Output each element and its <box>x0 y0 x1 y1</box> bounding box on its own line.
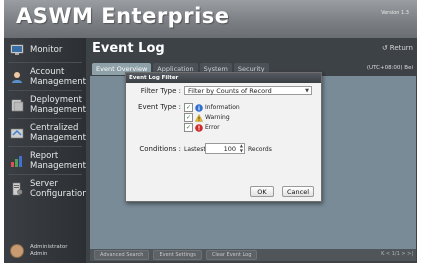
avatar <box>10 243 24 258</box>
sidebar-divider <box>8 62 82 63</box>
sidebar-item-label: Centralized Management <box>30 123 86 143</box>
conditions-label: Conditions : <box>139 145 181 153</box>
pager[interactable]: K < 1/1 > >| <box>381 251 413 257</box>
sidebar-divider <box>8 118 82 119</box>
user-info: Administrator Admin <box>4 238 86 263</box>
filter-type-value: Filter by Counts of Record <box>188 87 272 95</box>
sidebar-item-label: Report Management <box>30 151 86 171</box>
error-icon <box>195 123 203 132</box>
centralized-icon <box>10 126 24 140</box>
sidebar: Monitor Account Management Deployment Ma… <box>4 38 88 263</box>
report-icon <box>10 154 24 168</box>
sidebar-item-label: Account Management <box>30 67 86 87</box>
filter-type-label: Filter Type : <box>140 87 181 95</box>
app-header: ASWM Enterprise Version 1.3 <box>4 0 417 38</box>
warning-checkbox[interactable]: ✓ <box>184 113 193 122</box>
record-count-stepper[interactable]: 100 ▲ ▼ <box>205 143 245 154</box>
event-type-information[interactable]: ✓ Information <box>184 103 240 112</box>
sidebar-item-server-config[interactable]: Server Configuration <box>4 178 88 200</box>
information-icon <box>195 103 203 112</box>
advanced-search-button[interactable]: Advanced Search <box>94 250 150 260</box>
event-type-label: Event Type : <box>138 103 181 111</box>
filter-type-select[interactable]: Filter by Counts of Record ▼ <box>184 86 312 95</box>
timezone-label: (UTC+08:00) Bei <box>366 65 413 71</box>
sidebar-item-label: Server Configuration <box>30 179 88 199</box>
dialog-title: Event Log Filter <box>126 73 321 83</box>
account-icon <box>10 70 24 84</box>
return-icon: ↺ <box>381 44 388 52</box>
event-type-warning[interactable]: ✓ Warning <box>184 113 230 122</box>
sidebar-item-account[interactable]: Account Management <box>4 66 86 88</box>
clear-event-log-button[interactable]: Clear Event Log <box>205 250 258 260</box>
app-version: Version 1.3 <box>381 10 409 16</box>
sidebar-item-label: Deployment Management <box>30 95 86 115</box>
information-label: Information <box>205 104 240 111</box>
warning-label: Warning <box>205 114 230 121</box>
event-log-filter-dialog: Event Log Filter Filter Type : Filter by… <box>125 72 322 202</box>
stepper-arrows-icon[interactable]: ▲ ▼ <box>240 143 243 153</box>
error-label: Error <box>205 124 220 131</box>
ok-button[interactable]: OK <box>250 186 274 197</box>
user-name: Admin <box>30 250 48 257</box>
warning-icon <box>195 113 203 122</box>
sidebar-item-centralized[interactable]: Centralized Management <box>4 122 86 144</box>
return-label: Return <box>389 44 413 52</box>
cancel-button[interactable]: Cancel <box>282 186 314 197</box>
monitor-icon <box>10 43 24 57</box>
user-role: Administrator <box>30 243 68 250</box>
server-config-icon <box>10 182 24 196</box>
error-checkbox[interactable]: ✓ <box>184 123 193 132</box>
app-brand: ASWM Enterprise <box>16 4 230 28</box>
sidebar-divider <box>8 90 82 91</box>
page-title: Event Log <box>92 41 165 56</box>
event-settings-button[interactable]: Event Settings <box>153 250 202 260</box>
sidebar-item-deployment[interactable]: Deployment Management <box>4 94 86 116</box>
event-type-error[interactable]: ✓ Error <box>184 123 220 132</box>
chevron-down-icon: ▼ <box>305 88 309 94</box>
conditions-prefix: Lastest <box>184 146 206 153</box>
return-button[interactable]: ↺ Return <box>382 44 413 52</box>
sidebar-item-label: Monitor <box>30 45 63 55</box>
sidebar-divider <box>8 146 82 147</box>
app-window: ASWM Enterprise Version 1.3 Monitor Acco… <box>4 0 417 263</box>
deployment-icon <box>10 98 24 112</box>
sidebar-item-report[interactable]: Report Management <box>4 150 86 172</box>
sidebar-item-monitor[interactable]: Monitor <box>4 40 86 60</box>
conditions-suffix: Records <box>248 146 272 153</box>
record-count-value: 100 <box>223 145 236 153</box>
sidebar-divider <box>8 174 82 175</box>
information-checkbox[interactable]: ✓ <box>184 103 193 112</box>
bottom-toolbar: Advanced Search Event Settings Clear Eve… <box>90 249 416 261</box>
